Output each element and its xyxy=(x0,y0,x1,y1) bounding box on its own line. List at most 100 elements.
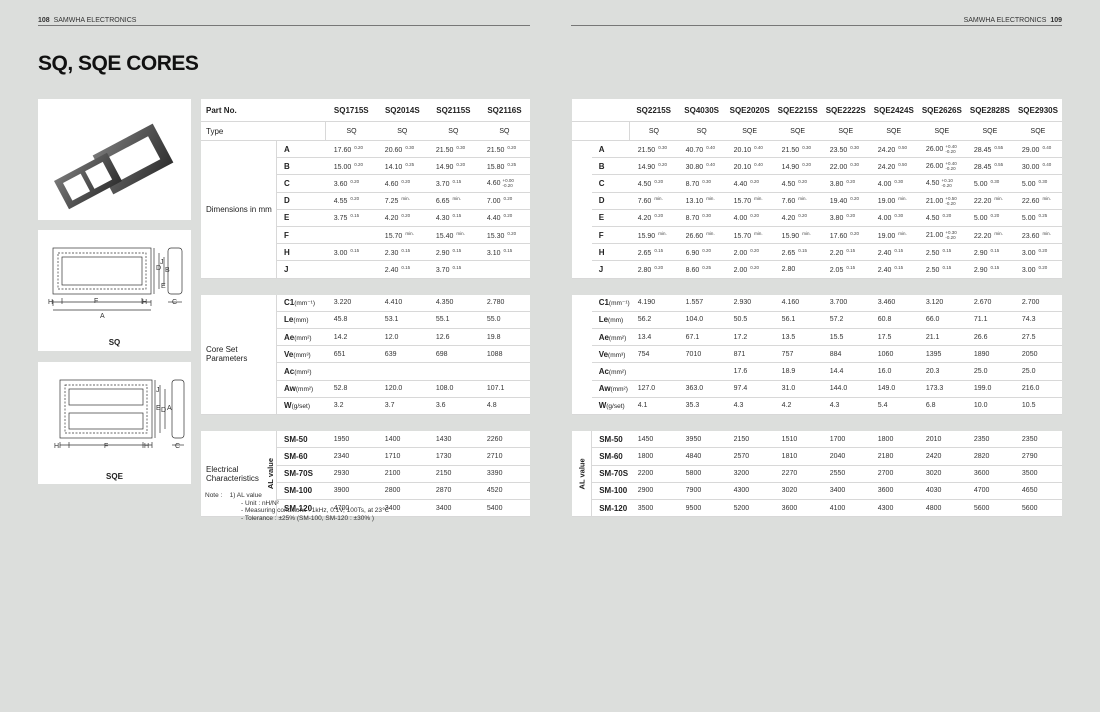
core-row-ve: Ve(mm³) 754 7010 871 757 884 1060 1395 1890 2050 xyxy=(572,345,1062,364)
al-value-cell: 5200 xyxy=(725,499,774,518)
core-unit: (mm²) xyxy=(295,386,314,394)
al-value-cell: 2820 xyxy=(965,447,1014,466)
dimension-cell: 3.80 0.20 xyxy=(821,209,870,227)
core-unit: (mm²) xyxy=(294,369,312,377)
al-value-cell: 3400 xyxy=(427,499,479,518)
dimension-tolerance: 0.55 xyxy=(994,161,1004,167)
dimension-value: 3.10 xyxy=(486,249,501,257)
dimension-symbol: E xyxy=(591,209,630,227)
dimension-cell: 2.05 0.15 xyxy=(821,260,870,279)
material-name: SM-70S xyxy=(591,465,630,483)
core-value-cell: 2.700 xyxy=(1013,294,1062,312)
al-value-cell: 1730 xyxy=(427,447,479,466)
dimension-cell: 4.20 0.20 xyxy=(629,209,678,227)
dimension-cell: 7.25 min. xyxy=(376,192,428,210)
left-header-rule xyxy=(38,25,530,26)
core-value-cell: 27.5 xyxy=(1013,328,1062,347)
dimension-value: 7.25 xyxy=(384,198,399,206)
dimension-value: 30.80 xyxy=(685,163,704,171)
core-unit: (mm²) xyxy=(610,386,628,394)
dimension-value: 21.50 xyxy=(637,146,656,154)
dimension-cell: 4.40 0.20 xyxy=(478,209,530,227)
dimension-tolerance: 0.20 xyxy=(750,264,760,270)
al-value-cell: 4030 xyxy=(917,482,966,500)
dimension-cell: 2.65 0.15 xyxy=(629,243,678,262)
dimension-tolerance: min. xyxy=(401,196,410,202)
dimension-value: 5.00 xyxy=(973,180,988,188)
dimension-tolerance: 0.20 xyxy=(846,213,856,219)
dimension-value: 7.00 xyxy=(486,198,501,206)
al-value-cell: 1450 xyxy=(629,431,678,449)
core-value-cell: 17.6 xyxy=(725,362,774,381)
al-value-cell: 4650 xyxy=(1013,482,1062,500)
dimension-tolerance: 0.20 xyxy=(401,213,411,219)
dimension-cell: 22.20 min. xyxy=(965,192,1014,210)
core-symbol: Le xyxy=(598,315,609,325)
dimension-tolerance: 0.15 xyxy=(942,264,952,270)
dimension-value: 15.00 xyxy=(333,163,352,171)
type-cell: SQ xyxy=(325,121,377,141)
dimension-value: 2.50 xyxy=(925,266,940,274)
dimension-symbol: J xyxy=(591,260,630,279)
core-value-cell: 25.0 xyxy=(965,362,1014,381)
sq-label: SQ xyxy=(108,338,121,347)
core-value-cell: 6.8 xyxy=(917,397,966,416)
dimension-cell: 19.00 min. xyxy=(869,226,918,245)
dimension-value: 21.50 xyxy=(781,146,800,154)
core-value-cell: 66.0 xyxy=(917,311,966,330)
dimension-value: 15.90 xyxy=(637,232,656,240)
core-symbol: Le xyxy=(284,315,294,325)
dimension-tolerance: 0.20 xyxy=(354,144,364,150)
dimension-tolerance: min. xyxy=(994,230,1003,236)
dimension-cell: 3.00 0.20 xyxy=(1013,243,1062,262)
dimension-tolerance: +0.40 -0.20 xyxy=(945,144,957,155)
dimension-symbol: A xyxy=(276,140,326,159)
note-line-conditions: - Measuring conditions : 1kHz, 0.1V, 100… xyxy=(241,507,390,514)
dimension-tolerance: 0.20 xyxy=(503,213,513,219)
dimension-tolerance: 0.15 xyxy=(350,213,360,219)
dimension-cell: 8.60 0.25 xyxy=(677,260,726,279)
dimension-cell: 15.70 min. xyxy=(725,192,774,210)
core-value-cell: 104.0 xyxy=(677,311,726,330)
dimension-value: 19.00 xyxy=(877,198,896,206)
al-value-cell: 2040 xyxy=(821,447,870,466)
dimension-value: 21.00 xyxy=(925,231,944,239)
dimension-cell: 3.70 0.15 xyxy=(427,174,479,193)
core-value-cell: 2.780 xyxy=(478,294,530,312)
core-parameter-symbol: Le(mm) xyxy=(276,311,326,330)
core-value-cell: 26.6 xyxy=(965,328,1014,347)
core-value-cell: 1060 xyxy=(869,345,918,364)
dimension-value: 2.90 xyxy=(435,249,450,257)
core-symbol: Aw xyxy=(598,384,611,394)
al-value-cell: 3600 xyxy=(773,499,822,518)
al-value-cell: 4300 xyxy=(869,499,918,518)
dimension-cell xyxy=(478,260,530,279)
type-cell: SQE xyxy=(773,121,822,141)
dimension-tolerance: 0.20 xyxy=(658,161,667,167)
core-value-cell: 50.5 xyxy=(725,311,774,330)
dimension-tolerance: 0.30 xyxy=(658,144,667,150)
al-value-cell: 1710 xyxy=(376,447,428,466)
core-symbol: Ve xyxy=(284,349,294,359)
dimension-cell: 29.00 0.40 xyxy=(1013,140,1062,159)
dimension-tolerance: 0.25 xyxy=(507,161,517,167)
core-parameter-symbol: Ac(mm²) xyxy=(276,362,326,381)
dimension-value: 14.90 xyxy=(435,163,454,171)
core-value-cell: 3.7 xyxy=(376,397,428,416)
dimension-value: 19.40 xyxy=(829,198,848,206)
dimension-cell: 15.40 min. xyxy=(427,226,479,245)
dimension-cell: 5.00 0.20 xyxy=(965,209,1014,227)
al-value-cell: 3500 xyxy=(629,499,678,518)
al-value-cell: 4840 xyxy=(677,447,726,466)
dimension-cell: 4.00 0.30 xyxy=(869,209,918,227)
dimension-symbol: D xyxy=(591,192,630,210)
dimension-cell: 4.60 +0.00 -0.20 xyxy=(478,174,530,193)
core-value-cell: 199.0 xyxy=(965,380,1014,398)
dimension-cell: 4.00 0.20 xyxy=(725,209,774,227)
dimension-tolerance: 0.25 xyxy=(1038,213,1048,219)
dimension-cell: 17.60 0.20 xyxy=(821,226,870,245)
dimension-cell: 4.55 0.20 xyxy=(325,192,377,210)
core-value-cell: 71.1 xyxy=(965,311,1014,330)
dimension-cell: 13.10 min. xyxy=(677,192,726,210)
dimension-cell: 4.20 0.20 xyxy=(773,209,822,227)
